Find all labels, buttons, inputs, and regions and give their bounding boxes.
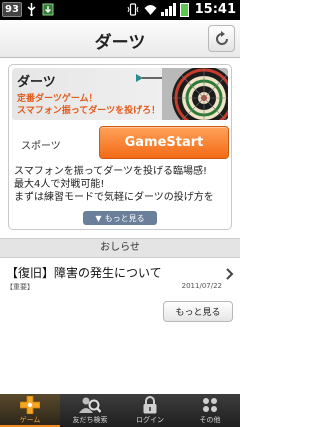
- triangle-down-icon: ▼: [95, 213, 102, 223]
- banner-title: ダーツ: [17, 75, 56, 90]
- bottom-navigation: ゲーム 友だち検索 ログイン その他: [0, 394, 240, 427]
- signal-strength-icon: [160, 3, 176, 16]
- download-icon: [41, 3, 54, 16]
- app-header: ダーツ: [0, 20, 240, 58]
- description-line: 最大4人で対戦可能!: [14, 179, 105, 190]
- usb-icon: [25, 3, 38, 17]
- show-more-tab[interactable]: ▼ もっと見る: [83, 211, 157, 225]
- notice-title: 【復旧】障害の発生について: [6, 266, 162, 280]
- notice-section-header: おしらせ: [0, 238, 240, 258]
- nav-tab-friend-search[interactable]: 友だち検索: [60, 394, 120, 427]
- description-line: スマフォンを振ってダーツを投げる臨場感!: [14, 166, 208, 177]
- nav-label: その他: [199, 416, 221, 424]
- status-bar-left: 93: [2, 2, 54, 17]
- nav-label: ログイン: [136, 416, 164, 424]
- clock: 15:41: [194, 2, 236, 17]
- notification-count-badge: 93: [2, 2, 22, 17]
- status-bar-right: 15:41: [127, 2, 236, 17]
- notices-more-button[interactable]: もっと見る: [163, 301, 233, 322]
- nav-tab-other[interactable]: その他: [180, 394, 240, 427]
- game-description: スマフォンを振ってダーツを投げる臨場感! 最大4人で対戦可能! まずは練習モード…: [14, 165, 228, 204]
- game-start-button[interactable]: GameStart: [99, 126, 229, 159]
- friend-search-icon: [79, 395, 101, 414]
- nav-tab-login[interactable]: ログイン: [120, 394, 180, 427]
- banner-tagline-2: スマフォン振ってダーツを投げろ！: [17, 106, 161, 116]
- vibrate-icon: [127, 3, 140, 16]
- dartboard-image: [162, 68, 228, 120]
- nav-label: 友だち検索: [72, 416, 108, 424]
- show-more-label: もっと見る: [104, 213, 145, 223]
- notice-tag: 【重要】: [6, 283, 34, 291]
- battery-icon: [179, 2, 189, 17]
- notice-date: 2011/07/22: [181, 282, 222, 290]
- chevron-right-icon: [226, 268, 234, 280]
- game-category: スポーツ: [21, 141, 61, 152]
- game-card: ダーツ 定番ダーツゲーム！ スマフォン振ってダーツを投げろ！ スポーツ Game…: [8, 64, 232, 230]
- nav-tab-game[interactable]: ゲーム: [0, 394, 60, 427]
- description-line: まずは練習モードで気軽にダーツの投げ方を: [14, 192, 214, 203]
- refresh-icon: [215, 30, 228, 45]
- page-title: ダーツ: [94, 33, 146, 53]
- refresh-button[interactable]: [208, 25, 235, 52]
- game-banner[interactable]: ダーツ 定番ダーツゲーム！ スマフォン振ってダーツを投げろ！: [12, 68, 228, 120]
- notice-list-item[interactable]: 【復旧】障害の発生について 【重要】 2011/07/22: [0, 259, 240, 294]
- status-bar: 93 15:41: [0, 0, 240, 20]
- game-icon: [19, 395, 41, 414]
- wifi-icon: [144, 3, 157, 16]
- other-icon: [199, 395, 221, 414]
- nav-label: ゲーム: [19, 416, 41, 424]
- lock-icon: [139, 395, 161, 414]
